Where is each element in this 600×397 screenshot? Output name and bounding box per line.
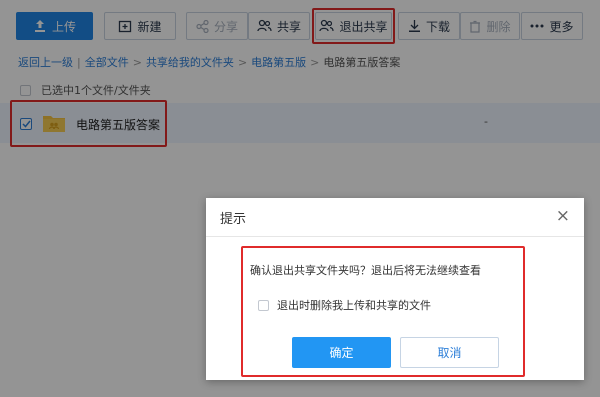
dialog-title: 提示	[220, 212, 247, 227]
confirm-button[interactable]: 确定	[292, 337, 391, 368]
cancel-button[interactable]: 取消	[400, 337, 499, 368]
delete-files-label: 退出时删除我上传和共享的文件	[277, 299, 431, 312]
close-icon[interactable]: ×	[556, 207, 570, 225]
delete-files-checkbox[interactable]	[258, 299, 269, 311]
dialog-message: 确认退出共享文件夹吗？退出后将无法继续查看	[250, 264, 481, 277]
dialog-divider	[206, 236, 584, 237]
exit-share-dialog: 提示 × 确认退出共享文件夹吗？退出后将无法继续查看 退出时删除我上传和共享的文…	[206, 198, 584, 380]
delete-files-option[interactable]: 退出时删除我上传和共享的文件	[258, 297, 431, 313]
